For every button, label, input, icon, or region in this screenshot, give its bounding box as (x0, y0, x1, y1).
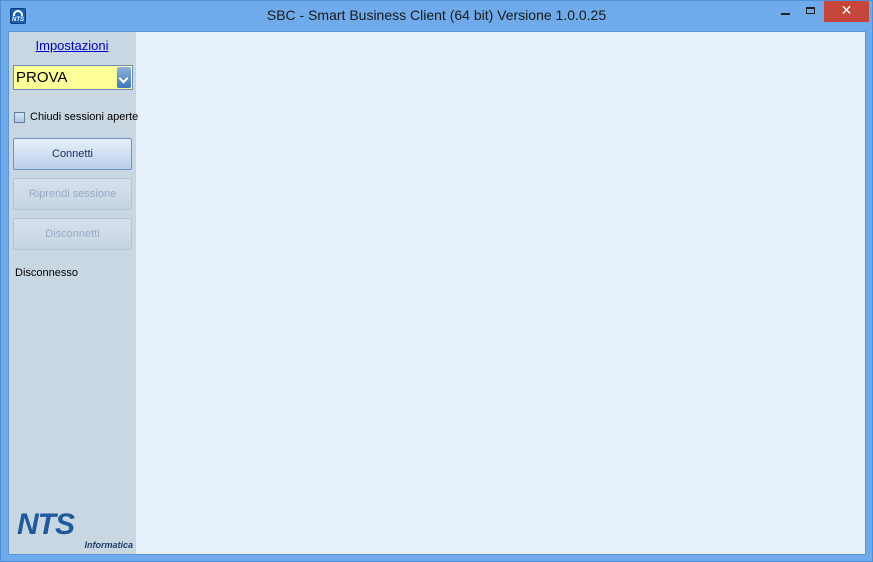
sidebar: Impostazioni PROVA Chiudi sessioni apert… (9, 32, 138, 554)
connection-status: Disconnesso (15, 267, 78, 279)
close-sessions-checkbox[interactable] (14, 112, 25, 123)
title-bar[interactable]: NTS SBC - Smart Business Client (64 bit)… (1, 1, 872, 31)
main-window: NTS SBC - Smart Business Client (64 bit)… (0, 0, 873, 562)
client-area: Impostazioni PROVA Chiudi sessioni apert… (8, 31, 866, 555)
maximize-button[interactable] (799, 1, 825, 22)
minimize-button[interactable] (772, 1, 799, 22)
close-button[interactable]: ✕ (824, 1, 869, 22)
profile-select-value: PROVA (16, 69, 68, 86)
settings-link[interactable]: Impostazioni (9, 38, 135, 53)
logo-subtitle: Informatica (84, 540, 133, 550)
close-icon: ✕ (840, 3, 853, 19)
profile-select[interactable]: PROVA (13, 65, 133, 90)
close-sessions-label[interactable]: Chiudi sessioni aperte (30, 111, 138, 123)
content-area (136, 32, 865, 554)
resume-session-button[interactable]: Riprendi sessione (13, 178, 132, 210)
logo-brand: NTS (17, 508, 75, 541)
disconnect-button[interactable]: Disconnetti (13, 218, 132, 250)
window-title: SBC - Smart Business Client (64 bit) Ver… (266, 7, 607, 23)
chevron-down-icon[interactable] (117, 67, 131, 88)
company-logo: NTS Informatica (17, 508, 133, 551)
connect-button[interactable]: Connetti (13, 138, 132, 170)
